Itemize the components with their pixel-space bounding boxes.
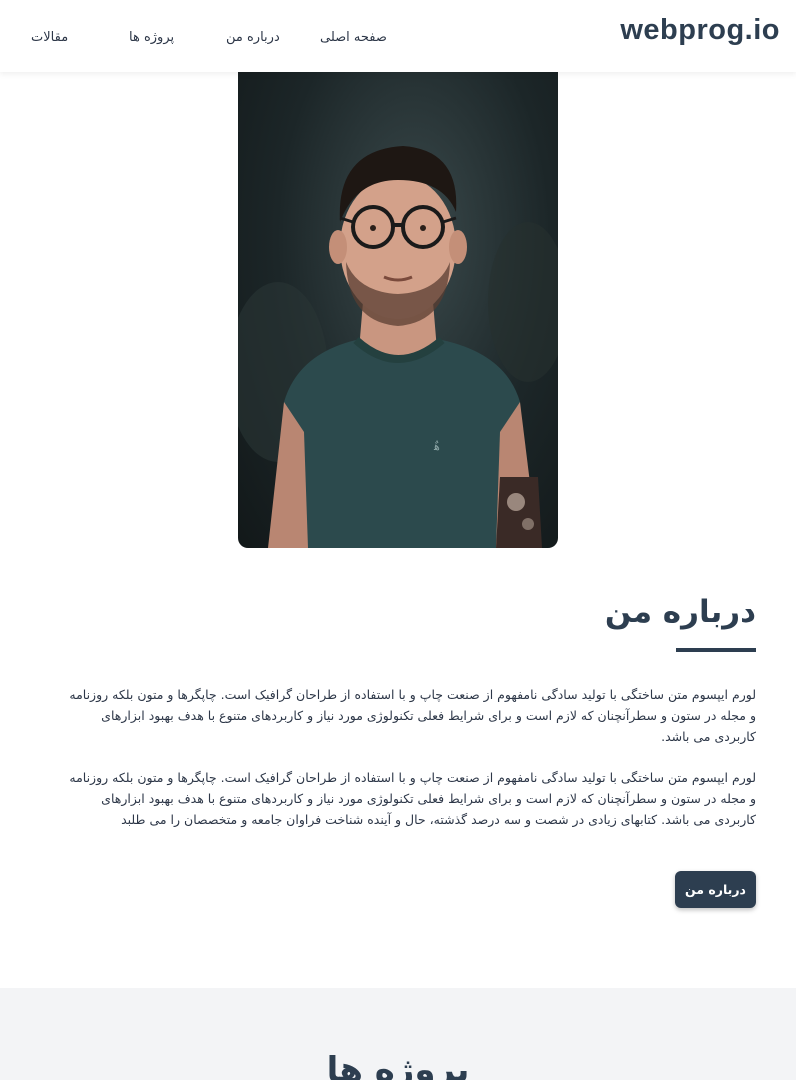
nav-about[interactable]: درباره من	[226, 30, 280, 45]
nav-projects[interactable]: پروژه ها	[129, 30, 174, 45]
site-logo[interactable]: webprog.io	[620, 14, 780, 47]
title-underline	[676, 648, 756, 652]
about-title: درباره من	[604, 594, 756, 630]
nav-home[interactable]: صفحه اصلی	[320, 30, 387, 45]
about-paragraph: لورم ایپسوم متن ساختگی با تولید سادگی نا…	[69, 687, 756, 744]
svg-text:ه‍ٌ: ه‍ٌ	[433, 440, 440, 453]
nav-articles[interactable]: مقالات	[31, 30, 68, 45]
site-header: webprog.io صفحه اصلی درباره من پروژه ها …	[0, 0, 796, 72]
about-paragraph: لورم ایپسوم متن ساختگی با تولید سادگی نا…	[69, 770, 756, 827]
projects-title: پروژه ها	[326, 1050, 470, 1080]
projects-section: پروژه ها	[0, 988, 796, 1080]
profile-photo: ه‍ٌ	[238, 72, 558, 548]
about-me-button[interactable]: درباره من	[675, 871, 756, 908]
